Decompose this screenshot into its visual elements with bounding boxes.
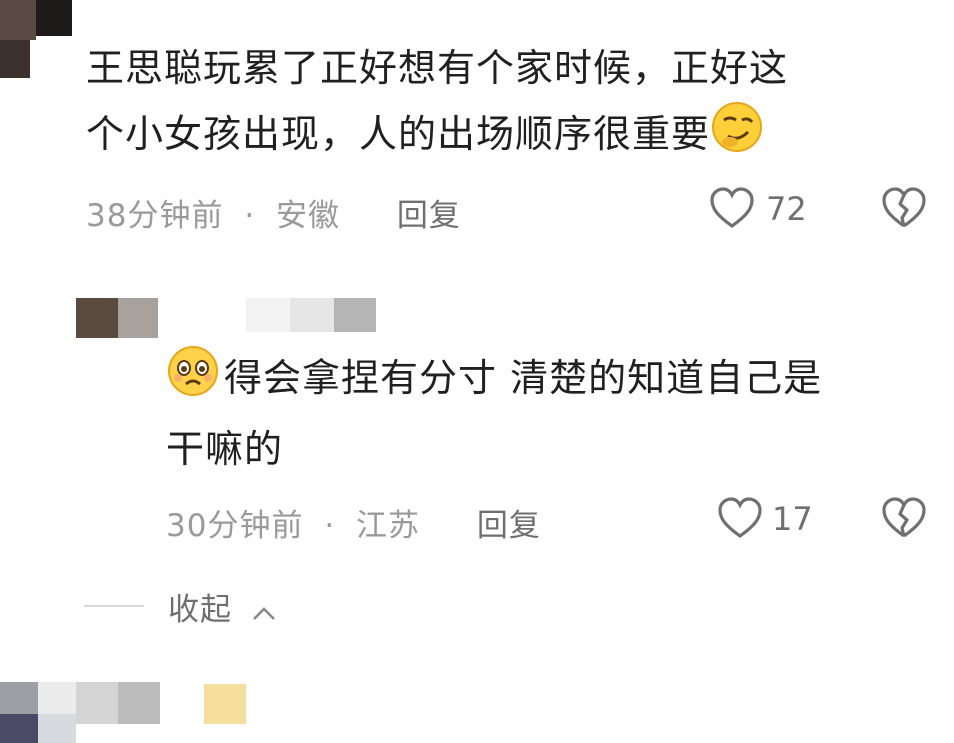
- collapse-divider: [84, 605, 144, 607]
- meta-separator: ·: [324, 508, 336, 544]
- next-comment-avatar[interactable]: [0, 682, 76, 743]
- reply-line-2: 干嘛的: [166, 427, 284, 471]
- comment-line-2: 个小女孩出现，人的出场顺序很重要: [86, 100, 946, 173]
- reply-line-1-text: 得会拿捏有分寸 清楚的知道自己是: [224, 356, 823, 400]
- chevron-up-icon: [251, 594, 277, 630]
- meta-separator: ·: [244, 198, 256, 234]
- reply-line-1: 得会拿捏有分寸 清楚的知道自己是: [166, 344, 946, 417]
- like-button[interactable]: [708, 186, 756, 230]
- next-comment-badge: [204, 684, 246, 724]
- comment-line-1: 王思聪玩累了正好想有个家时候，正好这: [86, 46, 789, 90]
- smirk-emoji-icon: [710, 100, 764, 173]
- heart-icon: [718, 497, 762, 538]
- reply-like-count: 17: [772, 500, 813, 538]
- comment-location: 安徽: [276, 198, 341, 234]
- broken-heart-icon: [882, 497, 926, 538]
- pleading-emoji-icon: [166, 344, 220, 417]
- reply-location: 江苏: [356, 508, 421, 544]
- broken-heart-icon: [882, 187, 926, 228]
- comment-meta: 38分钟前 · 安徽 回复: [86, 190, 461, 235]
- reply-time: 30分钟前: [166, 508, 304, 544]
- collapse-button[interactable]: 收起: [168, 584, 277, 630]
- dislike-button[interactable]: [880, 186, 928, 230]
- reply-reply-button[interactable]: 回复: [477, 508, 541, 544]
- reply-body: 得会拿捏有分寸 清楚的知道自己是 干嘛的: [166, 344, 946, 481]
- reply-avatar[interactable]: [76, 298, 158, 338]
- comment-line-2-text: 个小女孩出现，人的出场顺序很重要: [86, 112, 711, 156]
- comment-time: 38分钟前: [86, 198, 224, 234]
- next-comment-username[interactable]: [76, 682, 160, 724]
- reply-dislike-button[interactable]: [880, 496, 928, 540]
- avatar-mosaic-top: [0, 0, 72, 80]
- reply-button[interactable]: 回复: [397, 198, 461, 234]
- like-count: 72: [766, 190, 807, 228]
- comment-body: 王思聪玩累了正好想有个家时候，正好这 个小女孩出现，人的出场顺序很重要: [86, 36, 946, 173]
- reply-username[interactable]: [246, 298, 376, 332]
- heart-icon: [710, 187, 754, 228]
- collapse-label: 收起: [168, 592, 232, 628]
- reply-like-button[interactable]: [716, 496, 764, 540]
- reply-meta: 30分钟前 · 江苏 回复: [166, 500, 541, 545]
